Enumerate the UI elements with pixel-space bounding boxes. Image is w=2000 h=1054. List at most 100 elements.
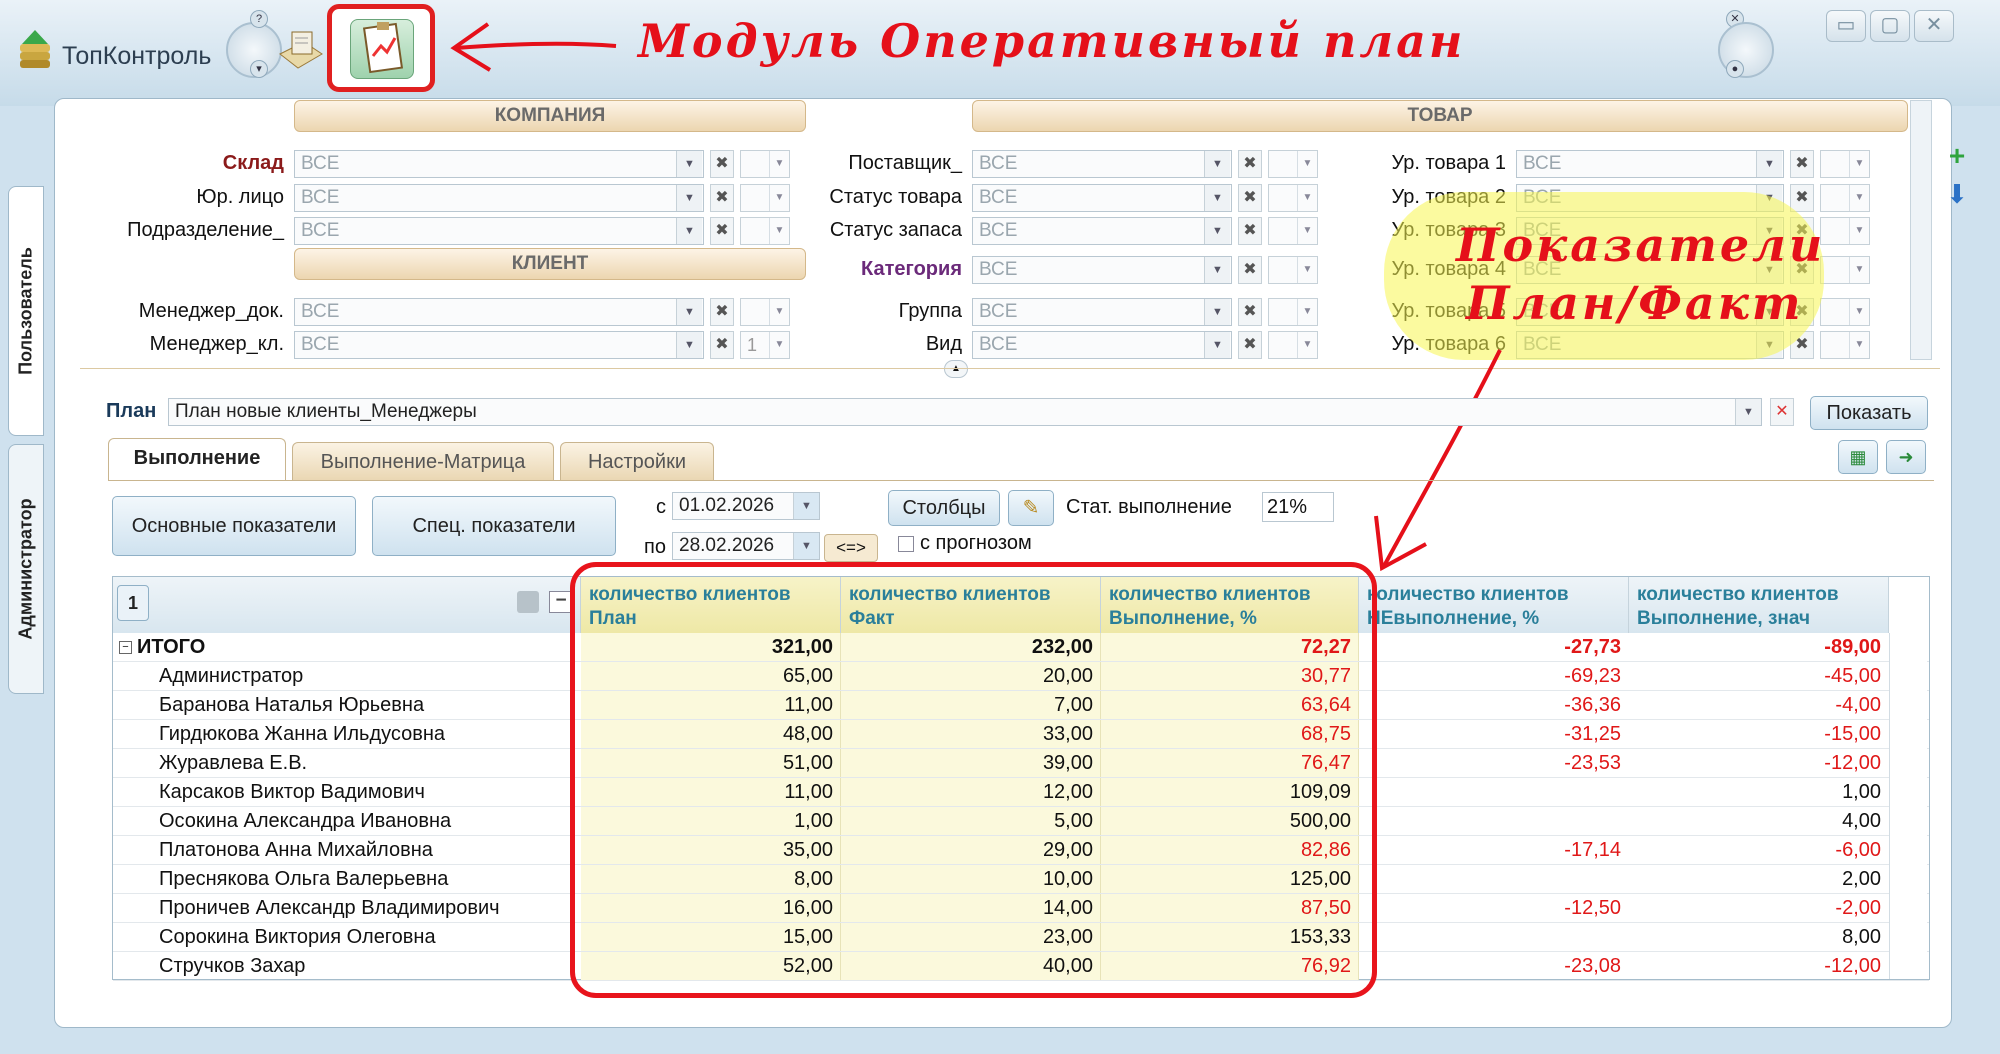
clear-filter-button[interactable]: ✖ xyxy=(1790,184,1814,212)
clear-filter-button[interactable]: ✖ xyxy=(710,331,734,359)
chevron-down-icon[interactable]: ▼ xyxy=(769,332,789,358)
chevron-down-icon[interactable]: ▼ xyxy=(1849,151,1869,177)
help-icon[interactable]: ? xyxy=(250,10,268,28)
column-chooser-icon[interactable] xyxy=(517,591,539,613)
chevron-down-icon[interactable]: ▼ xyxy=(676,185,702,211)
filter-stock-status[interactable]: ВСЕ xyxy=(972,217,1232,245)
section-client[interactable]: КЛИЕНТ xyxy=(294,248,806,280)
chevron-down-icon[interactable]: ▼ xyxy=(676,299,702,325)
section-company[interactable]: КОМПАНИЯ xyxy=(294,100,806,132)
clear-filter-button[interactable]: ✖ xyxy=(710,184,734,212)
filter-legal[interactable]: ВСЕ xyxy=(294,184,704,212)
chevron-down-icon[interactable]: ▼ xyxy=(1849,257,1869,283)
maximize-button[interactable]: ▢ xyxy=(1870,10,1910,42)
clear-filter-button[interactable]: ✖ xyxy=(1238,256,1262,284)
main-indicators-button[interactable]: Основные показатели xyxy=(112,496,356,556)
show-button[interactable]: Показать xyxy=(1810,396,1928,430)
filter-supplier[interactable]: ВСЕ xyxy=(972,150,1232,178)
chevron-down-icon[interactable]: ▼ xyxy=(769,151,789,177)
filter-warehouse[interactable]: ВСЕ xyxy=(294,150,704,178)
date-from-input[interactable]: 01.02.2026 ▼ xyxy=(672,492,820,520)
chevron-down-icon[interactable]: ▼ xyxy=(1204,257,1230,283)
chevron-down-icon[interactable]: ▼ xyxy=(1849,299,1869,325)
stat-execution-value[interactable]: 21% xyxy=(1262,492,1334,522)
plan-select[interactable]: План новые клиенты_Менеджеры ▼ xyxy=(168,398,1762,426)
section-goods[interactable]: ТОВАР xyxy=(972,100,1908,132)
condition-combo[interactable]: ▼ xyxy=(1820,184,1870,212)
chevron-down-icon[interactable]: ▼ xyxy=(676,332,702,358)
chevron-down-icon[interactable]: ▼ xyxy=(1204,151,1230,177)
chevron-down-icon[interactable]: ▼ xyxy=(676,151,702,177)
chevron-down-icon[interactable]: ▼ xyxy=(1735,399,1761,425)
chevron-down-icon[interactable]: ▼ xyxy=(1297,185,1317,211)
filter-manager-cl[interactable]: ВСЕ xyxy=(294,331,704,359)
chevron-down-icon[interactable]: ▼ xyxy=(1297,332,1317,358)
clear-filter-button[interactable]: ✖ xyxy=(1790,150,1814,178)
chevron-down-icon[interactable]: ▼ xyxy=(1204,299,1230,325)
condition-combo[interactable]: ▼ xyxy=(740,298,790,326)
chevron-down-icon[interactable]: ▼ xyxy=(1204,185,1230,211)
condition-combo[interactable]: ▼ xyxy=(1268,184,1318,212)
chevron-down-icon[interactable]: ▼ xyxy=(1297,151,1317,177)
wrench-icon[interactable]: ✎ xyxy=(1008,490,1054,526)
condition-combo[interactable]: ▼ xyxy=(740,150,790,178)
column-header[interactable]: количество клиентов Выполнение, знач xyxy=(1629,577,1889,633)
export-icon[interactable]: ➜ xyxy=(1886,440,1926,474)
filter-type[interactable]: ВСЕ xyxy=(972,331,1232,359)
calendar-dropdown-icon[interactable]: ▼ xyxy=(793,493,819,519)
forecast-checkbox[interactable] xyxy=(898,536,914,552)
grid-vscroll[interactable] xyxy=(1889,633,1927,979)
chevron-down-icon[interactable]: ▼ xyxy=(1297,257,1317,283)
clear-filter-button[interactable]: ✖ xyxy=(1238,184,1262,212)
condition-combo[interactable]: ▼ xyxy=(1268,217,1318,245)
tab-user[interactable]: Пользователь xyxy=(8,186,44,436)
column-header[interactable]: количество клиентов НЕвыполнение, % xyxy=(1359,577,1629,633)
export-excel-icon[interactable]: ▦ xyxy=(1838,440,1878,474)
minimize-button[interactable]: ▭ xyxy=(1826,10,1866,42)
filters-scrollbar[interactable] xyxy=(1910,100,1932,360)
chevron-down-icon[interactable]: ▼ xyxy=(769,299,789,325)
condition-combo[interactable]: ▼ xyxy=(1268,331,1318,359)
clear-filter-button[interactable]: ✖ xyxy=(1238,150,1262,178)
condition-combo[interactable]: ▼ xyxy=(1820,298,1870,326)
clear-filter-button[interactable]: ✖ xyxy=(710,217,734,245)
calendar-dropdown-icon[interactable]: ▼ xyxy=(793,533,819,559)
condition-combo[interactable]: ▼ xyxy=(740,184,790,212)
chevron-down-icon[interactable]: ▼ xyxy=(1849,332,1869,358)
condition-combo[interactable]: ▼ xyxy=(1820,331,1870,359)
chevron-down-icon[interactable]: ▼ xyxy=(1204,332,1230,358)
swap-dates-button[interactable]: <=> xyxy=(824,534,878,562)
close-button[interactable]: ✕ xyxy=(1914,10,1954,42)
tab-settings[interactable]: Настройки xyxy=(560,442,714,480)
chevron-down-icon[interactable]: ▼ xyxy=(1297,299,1317,325)
filter-group[interactable]: ВСЕ xyxy=(972,298,1232,326)
filter-subdivision[interactable]: ВСЕ xyxy=(294,217,704,245)
chevron-down-icon[interactable]: ▼ xyxy=(676,218,702,244)
date-to-input[interactable]: 28.02.2026 ▼ xyxy=(672,532,820,560)
condition-combo[interactable]: ▼ xyxy=(740,217,790,245)
download-icon[interactable]: ⬇ xyxy=(1942,180,1972,210)
clear-filter-button[interactable]: ✖ xyxy=(1238,217,1262,245)
clear-filter-button[interactable]: ✖ xyxy=(710,150,734,178)
filter-category[interactable]: ВСЕ xyxy=(972,256,1232,284)
condition-combo[interactable]: ▼ xyxy=(1268,150,1318,178)
clear-filter-button[interactable]: ✖ xyxy=(1238,331,1262,359)
clear-filter-button[interactable]: ✖ xyxy=(710,298,734,326)
filter-level1[interactable]: ВСЕ xyxy=(1516,150,1784,178)
columns-button[interactable]: Столбцы xyxy=(888,490,1000,526)
clear-filter-button[interactable]: ✖ xyxy=(1238,298,1262,326)
tab-execution[interactable]: Выполнение xyxy=(108,438,286,480)
chevron-down-icon[interactable]: ▼ xyxy=(1849,218,1869,244)
report-module-icon[interactable] xyxy=(274,24,326,76)
expand-toggle-icon[interactable]: − xyxy=(119,641,132,654)
chevron-down-icon[interactable]: ▼ xyxy=(1297,218,1317,244)
lock-icon[interactable]: ● xyxy=(1726,60,1744,78)
add-icon[interactable]: + xyxy=(1942,142,1972,172)
condition-combo[interactable]: 1 ▼ xyxy=(740,331,790,359)
tab-admin[interactable]: Администратор xyxy=(8,444,44,694)
chevron-down-icon[interactable]: ▼ xyxy=(1756,151,1782,177)
condition-combo[interactable]: ▼ xyxy=(1268,256,1318,284)
collapse-icon[interactable]: ▾ xyxy=(250,60,268,78)
chevron-down-icon[interactable]: ▼ xyxy=(1204,218,1230,244)
condition-combo[interactable]: ▼ xyxy=(1820,256,1870,284)
